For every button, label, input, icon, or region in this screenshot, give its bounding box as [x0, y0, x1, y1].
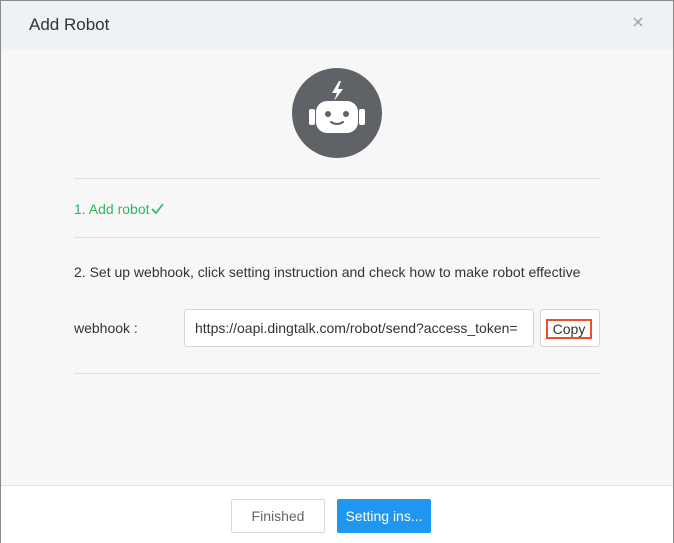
- close-icon[interactable]: [629, 13, 649, 33]
- dialog-header: Add Robot: [1, 1, 673, 49]
- webhook-label: webhook :: [74, 320, 138, 336]
- robot-avatar: [292, 68, 382, 158]
- check-icon: [150, 201, 164, 219]
- step1-label: 1. Add robot: [74, 201, 150, 217]
- dialog-title: Add Robot: [29, 15, 110, 34]
- add-robot-dialog: Add Robot 1. Add robot 2. Set up webhook…: [0, 0, 674, 543]
- divider: [74, 237, 600, 238]
- step-add-robot: 1. Add robot: [74, 200, 164, 219]
- divider: [74, 373, 600, 374]
- webhook-url-input[interactable]: [184, 309, 534, 347]
- robot-icon: [309, 81, 365, 133]
- finished-button[interactable]: Finished: [231, 499, 325, 533]
- step-setup-webhook: 2. Set up webhook, click setting instruc…: [74, 264, 581, 280]
- copy-button[interactable]: Copy: [546, 319, 592, 339]
- setting-instruction-button[interactable]: Setting ins...: [337, 499, 431, 533]
- divider: [74, 178, 600, 179]
